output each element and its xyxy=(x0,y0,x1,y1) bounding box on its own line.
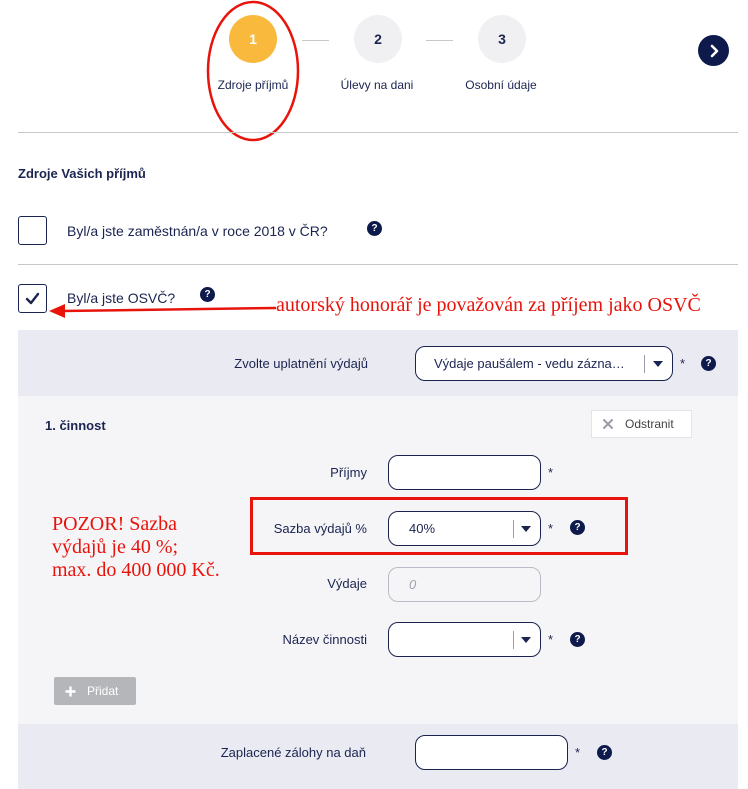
plus-icon xyxy=(65,686,76,696)
osvc-checkbox[interactable] xyxy=(18,284,47,313)
add-activity-label: Přidat xyxy=(87,684,119,698)
step-connector xyxy=(302,40,329,41)
help-icon[interactable]: ? xyxy=(570,632,585,647)
rate-annotation-line: POZOR! Sazba xyxy=(52,513,177,535)
rate-annotation-line: max. do 400 000 Kč. xyxy=(52,559,220,581)
required-marker: * xyxy=(548,465,554,480)
osvc-annotation-text: autorský honorář je považován za příjem … xyxy=(276,294,701,316)
employed-question-label: Byl/a jste zaměstnán/a v roce 2018 v ČR? xyxy=(67,223,328,239)
chevron-right-icon xyxy=(710,44,718,57)
step-3-circle[interactable]: 3 xyxy=(478,15,526,63)
remove-activity-button[interactable]: Odstranit xyxy=(591,410,692,438)
next-step-button[interactable] xyxy=(698,35,729,66)
divider xyxy=(18,132,738,133)
expense-method-label: Zvolte uplatnění výdajů xyxy=(234,356,368,371)
help-icon[interactable]: ? xyxy=(367,221,382,236)
employed-checkbox[interactable] xyxy=(18,216,47,245)
income-input[interactable] xyxy=(388,455,541,490)
section-title: Zdroje Vašich příjmů xyxy=(18,166,146,181)
expense-method-select[interactable]: Výdaje paušálem - vedu zázna… xyxy=(415,346,673,381)
step-connector xyxy=(426,40,453,41)
expenses-label: Výdaje xyxy=(327,576,367,591)
expense-method-value: Výdaje paušálem - vedu zázna… xyxy=(434,356,625,371)
highlight-box xyxy=(250,497,628,555)
help-icon[interactable]: ? xyxy=(701,356,716,371)
activity-name-select[interactable] xyxy=(388,622,541,657)
remove-activity-label: Odstranit xyxy=(625,417,674,431)
help-icon[interactable]: ? xyxy=(597,745,612,760)
required-marker: * xyxy=(680,356,686,371)
activity-title: 1. činnost xyxy=(45,418,106,433)
highlight-ellipse xyxy=(206,0,300,142)
checkmark-icon xyxy=(25,292,40,305)
chevron-down-icon xyxy=(521,637,531,643)
advances-panel xyxy=(18,724,738,789)
step-2-circle[interactable]: 2 xyxy=(354,15,402,63)
rate-annotation-text: POZOR! Sazba výdajů je 40 %; max. do 400… xyxy=(52,513,220,582)
required-marker: * xyxy=(548,632,554,647)
step-3-label[interactable]: Osobní údaje xyxy=(451,78,551,92)
step-2-label[interactable]: Úlevy na dani xyxy=(327,78,427,92)
rate-annotation-line: výdajů je 40 %; xyxy=(52,536,179,558)
required-marker: * xyxy=(575,745,581,760)
close-icon xyxy=(603,419,613,429)
select-separator xyxy=(644,355,645,373)
add-activity-button[interactable]: Přidat xyxy=(54,677,136,705)
income-label: Příjmy xyxy=(330,465,367,480)
annotation-arrow xyxy=(49,304,277,318)
divider xyxy=(18,264,738,265)
advances-label: Zaplacené zálohy na daň xyxy=(220,745,366,760)
advances-input[interactable] xyxy=(415,735,568,770)
select-separator xyxy=(513,631,514,649)
chevron-down-icon xyxy=(653,361,663,367)
activity-name-label: Název činnosti xyxy=(282,632,367,647)
expenses-input: 0 xyxy=(388,567,541,602)
